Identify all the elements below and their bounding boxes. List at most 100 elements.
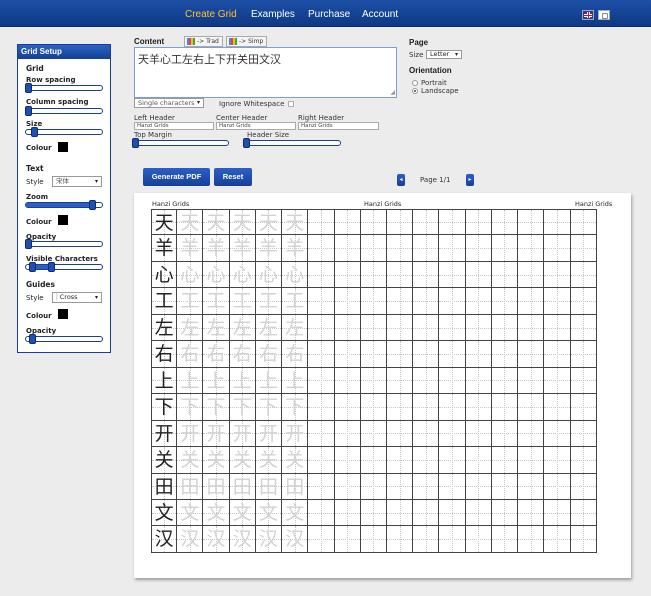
nav-purchase[interactable]: Purchase	[308, 9, 350, 20]
opacity-slider[interactable]	[25, 239, 103, 249]
grid-character: 关	[232, 449, 252, 472]
text-colour-swatch[interactable]	[58, 215, 68, 225]
grid-cell-empty	[544, 341, 571, 368]
grid-cell-empty	[413, 473, 440, 500]
guides-opacity-handle[interactable]	[29, 334, 36, 344]
grid-cell-empty	[491, 526, 519, 553]
zoom-handle[interactable]	[89, 200, 96, 210]
grid-cell-empty	[334, 447, 361, 474]
opacity-handle[interactable]	[25, 239, 32, 249]
grid-cell-model: 田	[151, 473, 178, 500]
grid-row: 天天天天天天	[151, 209, 597, 236]
left-header-input[interactable]: Hanzi Grids	[134, 122, 214, 130]
grid-cell-trace: 开	[282, 420, 309, 448]
portrait-radio[interactable]	[412, 80, 418, 86]
grid-character: 上	[232, 369, 252, 392]
grid-cell-empty	[360, 288, 387, 315]
grid-cell-trace: 文	[177, 499, 204, 527]
ignore-whitespace-checkbox[interactable]	[288, 101, 294, 107]
grid-character: 右	[180, 343, 200, 366]
content-textarea[interactable]: 天羊心工左右上下开关田文汉 ◢	[134, 47, 397, 98]
grid-character: 上	[180, 369, 200, 392]
guides-opacity-slider[interactable]	[25, 334, 103, 344]
page-size-label: Size	[409, 51, 424, 59]
uk-flag-icon[interactable]	[582, 10, 594, 20]
grid-cell-empty	[439, 261, 466, 289]
grid-cell-trace: 上	[203, 367, 230, 395]
grid-cell-trace: 田	[177, 473, 204, 500]
grid-cell-trace: 下	[203, 394, 230, 421]
nav-account[interactable]: Account	[362, 9, 398, 20]
grid-character: 汉	[206, 528, 226, 551]
right-header-input[interactable]: Hanzi Grids	[298, 122, 379, 130]
grid-cell-empty	[308, 394, 335, 421]
guides-colour-swatch[interactable]	[58, 309, 68, 319]
size-slider[interactable]	[25, 127, 103, 137]
preview-right-header: Hanzi Grids	[575, 200, 613, 208]
center-header-input[interactable]: Hanzi Grids	[216, 122, 296, 130]
top-margin-slider[interactable]	[132, 138, 229, 148]
page-size-select[interactable]: Letter ▾	[426, 50, 462, 59]
reset-button[interactable]: Reset	[214, 168, 252, 186]
grid-character: 田	[232, 475, 252, 498]
portrait-label: Portrait	[421, 79, 447, 87]
grid-cell-empty	[544, 473, 571, 500]
nav-create-grid[interactable]: Create Grid	[185, 9, 237, 20]
text-style-select[interactable]: 宋体 ▾	[52, 176, 102, 187]
grid-cell-trace: 上	[229, 367, 256, 395]
grid-character: 汉	[180, 528, 200, 551]
google-translate-icon	[187, 38, 195, 45]
grid-character: 文	[258, 501, 278, 524]
grid-character: 下	[180, 396, 200, 419]
grid-cell-empty	[491, 314, 519, 342]
resize-grip-icon[interactable]: ◢	[390, 89, 395, 96]
landscape-radio[interactable]	[412, 88, 418, 94]
visible-characters-min-handle[interactable]	[29, 262, 36, 272]
guides-style-select[interactable]: ⸽ Cross ▾	[52, 292, 102, 303]
grid-colour-swatch[interactable]	[58, 142, 68, 152]
generate-pdf-button[interactable]: Generate PDF	[143, 168, 210, 186]
grid-cell-empty	[439, 209, 466, 236]
visible-characters-max-handle[interactable]	[48, 262, 55, 272]
grid-cell-empty	[491, 288, 519, 315]
grid-cell-empty	[334, 394, 361, 421]
mode-select[interactable]: Single characters ▾	[134, 98, 204, 108]
header-size-handle[interactable]	[243, 138, 250, 148]
to-traditional-button[interactable]: -> Trad	[184, 36, 223, 47]
grid-cell-model: 文	[151, 499, 178, 527]
grid-cell-empty	[518, 394, 545, 421]
grid-cell-empty	[439, 526, 466, 553]
grid-cell-empty	[491, 235, 519, 262]
nav-examples[interactable]: Examples	[251, 9, 295, 20]
row-spacing-slider[interactable]	[25, 83, 103, 93]
grid-cell-empty	[544, 499, 571, 527]
mode-select-value: Single characters	[138, 99, 195, 107]
grid-character: 羊	[285, 237, 305, 260]
next-page-button[interactable]: ▸	[466, 174, 474, 186]
grid-cell-empty	[334, 235, 361, 262]
china-flag-icon[interactable]	[598, 10, 610, 20]
size-handle[interactable]	[31, 127, 38, 137]
grid-row: 右右右右右右	[151, 341, 597, 368]
grid-cell-empty	[544, 209, 571, 236]
grid-cell-trace: 关	[177, 447, 204, 474]
landscape-label: Landscape	[421, 87, 459, 95]
grid-cell-trace: 田	[203, 473, 230, 500]
zoom-slider[interactable]	[25, 200, 103, 210]
grid-cell-empty	[386, 209, 414, 236]
grid-character: 汉	[232, 528, 252, 551]
header-size-slider[interactable]	[243, 138, 341, 148]
grid-character: 羊	[258, 237, 278, 260]
grid-cell-empty	[518, 499, 545, 527]
column-spacing-slider[interactable]	[25, 106, 103, 116]
visible-characters-slider[interactable]	[25, 262, 103, 272]
column-spacing-handle[interactable]	[25, 106, 32, 116]
grid-cell-empty	[386, 235, 414, 262]
row-spacing-handle[interactable]	[25, 83, 32, 93]
grid-character: 工	[258, 290, 278, 313]
grid-character: 心	[180, 263, 200, 286]
previous-page-button[interactable]: ◂	[397, 174, 405, 186]
top-margin-handle[interactable]	[132, 138, 139, 148]
grid-cell-empty	[465, 473, 492, 500]
to-simplified-button[interactable]: -> Simp	[226, 36, 268, 47]
